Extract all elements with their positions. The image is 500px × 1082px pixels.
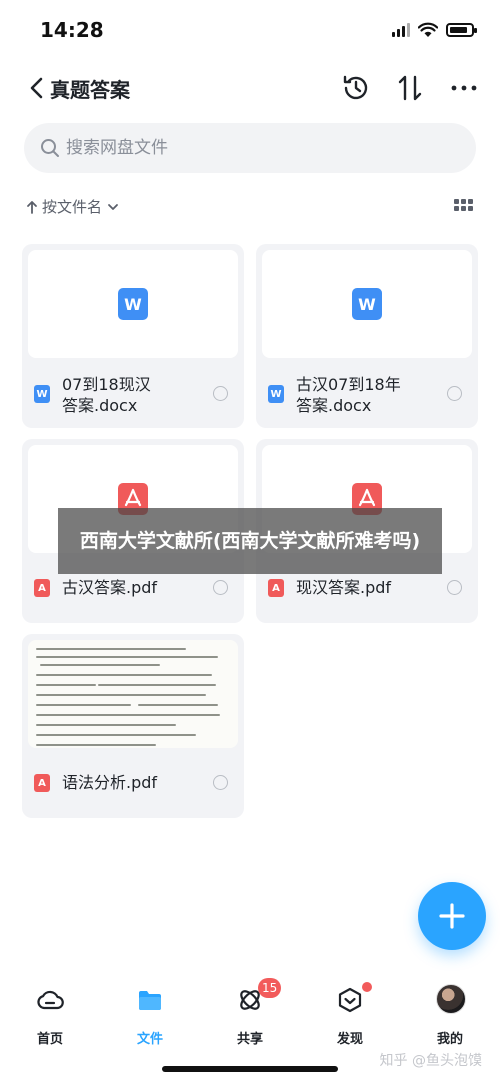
chevron-down-icon: [108, 203, 118, 210]
status-icons: [392, 22, 477, 38]
select-checkbox[interactable]: [213, 580, 228, 595]
home-indicator: [162, 1066, 338, 1072]
grid-view-icon[interactable]: [454, 199, 474, 215]
discover-icon: [338, 987, 362, 1013]
header: 真题答案: [0, 60, 500, 116]
overlay-text: 西南大学文献所(西南大学文献所难考吗): [79, 530, 421, 552]
page-title: 真题答案: [50, 78, 130, 102]
word-file-icon: W: [118, 288, 148, 320]
pdf-file-icon: A: [34, 579, 50, 597]
tab-files[interactable]: 文件: [110, 982, 190, 1047]
select-checkbox[interactable]: [213, 386, 228, 401]
sort-row: 按文件名: [26, 196, 476, 220]
tab-label: 首页: [36, 1032, 63, 1047]
plus-icon: [439, 903, 465, 929]
back-button[interactable]: [26, 74, 50, 102]
select-checkbox[interactable]: [213, 775, 228, 790]
tab-home[interactable]: 首页: [10, 982, 90, 1047]
notification-badge: 15: [258, 978, 282, 998]
battery-icon: [446, 23, 477, 37]
sort-by-name-button[interactable]: 按文件名: [26, 196, 120, 217]
tab-label: 发现: [336, 1032, 363, 1047]
search-input[interactable]: [66, 123, 456, 173]
pdf-file-icon: A: [268, 579, 284, 597]
select-checkbox[interactable]: [447, 580, 462, 595]
file-card[interactable]: W W 07到18现汉 答案.docx: [22, 244, 244, 428]
tab-label: 共享: [236, 1032, 263, 1047]
file-thumbnail: W: [28, 250, 238, 358]
notification-dot: [362, 982, 372, 992]
word-file-icon: W: [268, 385, 284, 403]
file-name: 语法分析.pdf: [62, 773, 158, 792]
file-name: 现汉答案.pdf: [296, 578, 392, 597]
file-card[interactable]: W W 古汉07到18年 答案.docx: [256, 244, 478, 428]
file-name: 古汉答案.pdf: [62, 578, 158, 597]
tab-label: 我的: [436, 1032, 463, 1047]
overlay-banner: 西南大学文献所(西南大学文献所难考吗): [58, 508, 442, 574]
watermark: 知乎 @鱼头泡馍: [379, 1053, 482, 1069]
arrow-up-icon: [27, 200, 37, 214]
more-icon[interactable]: [448, 72, 480, 104]
cloud-icon: [37, 990, 64, 1010]
folder-icon: [139, 991, 161, 1010]
tab-label: 文件: [136, 1032, 163, 1047]
wifi-icon: [418, 22, 438, 37]
file-name: 古汉07到18年 答案.docx: [296, 375, 401, 415]
tab-discover[interactable]: 发现: [310, 982, 390, 1047]
select-checkbox[interactable]: [447, 386, 462, 401]
status-bar: 14:28: [0, 0, 500, 60]
search-bar[interactable]: [24, 123, 476, 173]
add-button[interactable]: [418, 882, 486, 950]
status-time: 14:28: [40, 18, 104, 42]
file-thumbnail: W: [262, 250, 472, 358]
word-file-icon: W: [34, 385, 50, 403]
signal-icon: [392, 23, 410, 37]
word-file-icon: W: [352, 288, 382, 320]
sort-order-icon[interactable]: [394, 72, 426, 104]
tab-me[interactable]: 我的: [410, 982, 490, 1047]
history-icon[interactable]: [340, 72, 372, 104]
tab-bar: 首页 文件 15 共享 发现 我的: [0, 972, 500, 1052]
search-icon: [41, 139, 59, 157]
file-card[interactable]: A 语法分析.pdf: [22, 634, 244, 818]
tab-share[interactable]: 15 共享: [210, 978, 290, 1047]
pdf-file-icon: A: [34, 774, 50, 792]
handwritten-page-thumbnail: [28, 640, 238, 748]
file-name: 07到18现汉 答案.docx: [62, 375, 151, 415]
avatar: [436, 984, 466, 1014]
sort-label: 按文件名: [42, 198, 103, 216]
